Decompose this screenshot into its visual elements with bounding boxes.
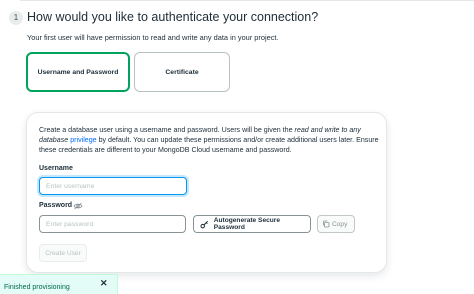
password-input[interactable] (39, 215, 186, 233)
page-title: How would you like to authenticate your … (27, 10, 319, 24)
description-text: Create a database user using a username … (39, 126, 295, 134)
auth-method-label: Certificate (165, 68, 199, 76)
auth-method-label: Username and Password (37, 68, 119, 76)
step-number-badge: 1 (9, 11, 23, 25)
copy-button[interactable]: Copy (317, 215, 355, 233)
close-icon[interactable]: ✕ (100, 278, 108, 289)
section-subtitle: Your first user will have permission to … (27, 33, 279, 42)
autogenerate-label: Autogenerate Secure Password (213, 217, 281, 231)
username-input[interactable] (39, 177, 187, 195)
key-icon (200, 220, 208, 228)
create-user-button[interactable]: Create User (39, 244, 87, 262)
password-label: Password (39, 202, 73, 209)
section-divider (20, 0, 474, 1)
privilege-link[interactable]: privilege (70, 136, 96, 144)
copy-label: Copy (332, 220, 348, 228)
auth-method-certificate[interactable]: Certificate (134, 52, 230, 92)
create-user-panel: Create a database user using a username … (26, 112, 387, 273)
autogenerate-password-button[interactable]: Autogenerate Secure Password (193, 215, 311, 233)
copy-icon (323, 220, 330, 228)
auth-method-username-password[interactable]: Username and Password (26, 52, 130, 92)
create-user-label: Create User (45, 249, 81, 257)
panel-description: Create a database user using a username … (39, 125, 381, 155)
username-label: Username (39, 165, 73, 172)
eye-slash-icon[interactable] (73, 202, 83, 210)
provisioning-toast: ✕ Finished provisioning (0, 274, 118, 294)
